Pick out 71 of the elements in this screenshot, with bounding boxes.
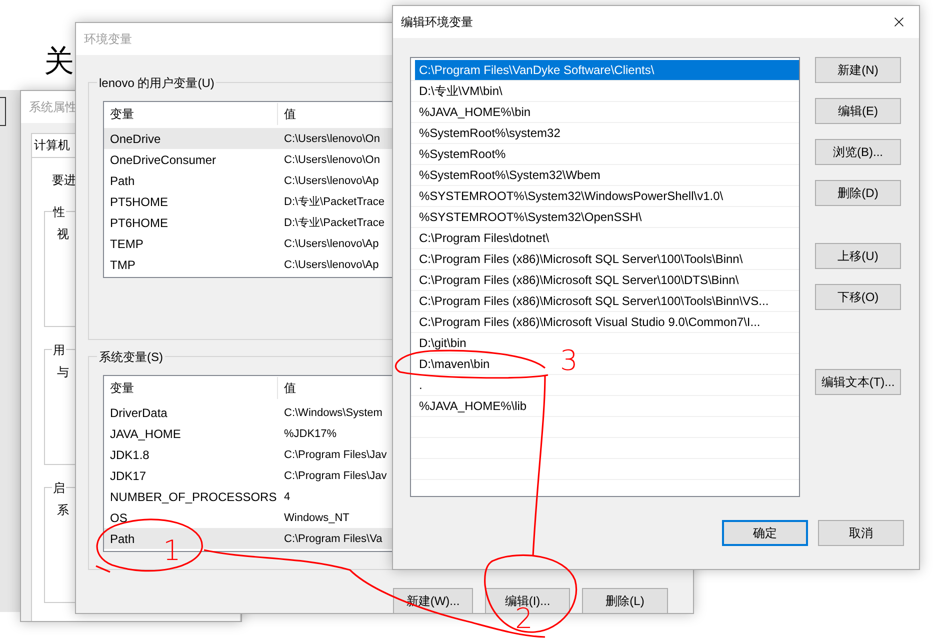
- variable-name: PT5HOME: [109, 194, 170, 208]
- group-text: 视: [57, 226, 69, 243]
- variable-value: Windows_NT: [283, 512, 350, 524]
- side-button[interactable]: 删除(D): [815, 180, 901, 206]
- variable-value: C:\Users\lenovo\Ap: [283, 174, 379, 186]
- variable-list[interactable]: 变量 值 OneDrive C:\Users\lenovo\On OneDriveConsumer C:\Users\lenovo\On Path C:\Users\lenovo\Ap PT5HOME D:\专业\PacketTrace PT6HOME D:\专业\PacketTrace TEMP C:\Users\lenovo\Ap TMP C:\Users\lenovo\Ap: [103, 101, 392, 278]
- ok-button[interactable]: 确定: [722, 520, 808, 546]
- side-button[interactable]: 新建(N): [815, 57, 901, 83]
- variable-name: Path: [109, 174, 136, 188]
- variable-value: 4: [283, 490, 290, 502]
- variable-row[interactable]: DriverData C:\Windows\System: [104, 402, 392, 423]
- group-text: 系: [57, 502, 69, 519]
- variable-value: D:\专业\PacketTrace: [283, 216, 384, 230]
- variable-row[interactable]: OneDriveConsumer C:\Users\lenovo\On: [104, 149, 392, 170]
- variable-name: TEMP: [109, 236, 144, 250]
- variable-row[interactable]: PT5HOME D:\专业\PacketTrace: [104, 191, 392, 212]
- variable-value: C:\Users\lenovo\Ap: [283, 258, 379, 270]
- page-heading: 关: [44, 44, 74, 80]
- variable-name: OneDriveConsumer: [109, 152, 218, 166]
- column-header[interactable]: 值: [278, 377, 296, 399]
- variable-value: C:\Users\lenovo\On: [283, 154, 380, 166]
- variable-value: %JDK17%: [283, 428, 337, 440]
- variable-value: C:\Windows\System: [283, 406, 382, 418]
- description-text: 要进: [52, 172, 76, 189]
- side-button[interactable]: 编辑(E): [815, 98, 901, 124]
- column-header[interactable]: 变量: [104, 377, 278, 399]
- variable-row[interactable]: JAVA_HOME %JDK17%: [104, 423, 392, 444]
- variable-value: C:\Program Files\Va: [283, 532, 382, 544]
- variable-row[interactable]: TMP C:\Users\lenovo\Ap: [104, 254, 392, 275]
- variable-value: C:\Users\lenovo\Ap: [283, 238, 379, 250]
- variable-value: C:\Users\lenovo\On: [283, 132, 380, 144]
- variable-value: C:\Program Files\Jav: [283, 448, 387, 460]
- variable-row[interactable]: TEMP C:\Users\lenovo\Ap: [104, 233, 392, 254]
- variable-name: Path: [109, 532, 136, 546]
- variable-value: C:\Program Files\Jav: [283, 470, 387, 482]
- group-label: 性: [52, 204, 66, 221]
- variable-row[interactable]: OneDrive C:\Users\lenovo\On: [104, 128, 392, 149]
- variable-row[interactable]: Path C:\Users\lenovo\Ap: [104, 170, 392, 191]
- side-button[interactable]: 下移(O): [815, 284, 901, 310]
- variable-value: D:\专业\PacketTrace: [283, 195, 384, 209]
- variable-name: JDK1.8: [109, 448, 150, 462]
- group-label: lenovo 的用户变量(U): [97, 75, 216, 92]
- path-entry[interactable]: C:\Program Files\VanDyke Software\Clients\: [415, 60, 799, 80]
- cancel-button[interactable]: 取消: [818, 520, 904, 546]
- variable-row[interactable]: NUMBER_OF_PROCESSORS 4: [104, 486, 392, 507]
- group-text: 与: [57, 364, 69, 381]
- column-header[interactable]: 值: [278, 103, 296, 125]
- dialog-button[interactable]: 删除(L): [582, 588, 668, 613]
- window-title: 系统属性: [29, 98, 77, 116]
- variable-name: OS: [109, 510, 128, 524]
- window-title: 环境变量: [84, 30, 132, 48]
- side-button[interactable]: 编辑文本(T)...: [815, 369, 901, 395]
- side-button[interactable]: 上移(U): [815, 243, 901, 269]
- group-label: 系统变量(S): [97, 349, 165, 366]
- variable-name: PT6HOME: [109, 216, 170, 230]
- variable-name: JDK17: [109, 468, 148, 482]
- variable-row[interactable]: JDK17 C:\Program Files\Jav: [104, 465, 392, 486]
- path-list[interactable]: [410, 57, 800, 497]
- variable-name: JAVA_HOME: [109, 426, 182, 440]
- variable-row[interactable]: OS Windows_NT: [104, 507, 392, 528]
- annotation-number: 3: [560, 344, 578, 377]
- window-title: 编辑环境变量: [401, 14, 473, 30]
- variable-row[interactable]: JDK1.8 C:\Program Files\Jav: [104, 444, 392, 465]
- side-button[interactable]: 浏览(B)...: [815, 139, 901, 165]
- column-header[interactable]: 变量: [104, 103, 278, 125]
- variable-name: OneDrive: [109, 132, 162, 146]
- variable-name: TMP: [109, 258, 136, 272]
- variable-name: NUMBER_OF_PROCESSORS: [109, 490, 278, 504]
- variable-name: DriverData: [109, 406, 168, 420]
- variable-row[interactable]: PT6HOME D:\专业\PacketTrace: [104, 212, 392, 233]
- tab[interactable]: 计算机: [31, 133, 77, 157]
